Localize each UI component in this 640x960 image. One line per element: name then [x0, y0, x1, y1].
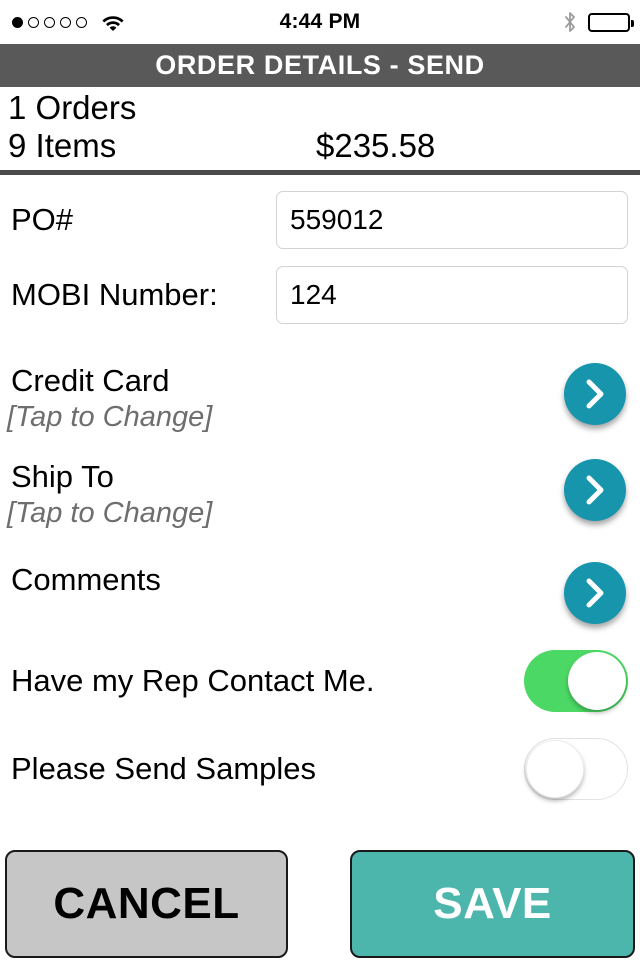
status-bar-time: 4:44 PM: [279, 10, 361, 33]
po-number-input[interactable]: [276, 191, 628, 249]
send-samples-toggle[interactable]: [524, 738, 628, 800]
credit-card-hint: [Tap to Change]: [7, 401, 213, 433]
mobi-number-input[interactable]: [276, 266, 628, 324]
order-count: 1 Orders: [8, 89, 137, 126]
order-summary: 1 Orders 9 Items $235.58: [0, 87, 640, 170]
credit-card-chevron-right-icon[interactable]: [564, 363, 626, 425]
page-title: ORDER DETAILS - SEND: [155, 50, 485, 80]
po-number-label: PO#: [11, 202, 74, 237]
po-number-row: PO#: [0, 190, 640, 250]
comments-row[interactable]: Comments: [0, 562, 640, 624]
ship-to-hint: [Tap to Change]: [7, 497, 213, 529]
cancel-button[interactable]: CANCEL: [5, 850, 288, 958]
status-bar: 4:44 PM: [0, 0, 640, 44]
page-header: ORDER DETAILS - SEND: [0, 44, 640, 87]
credit-card-row[interactable]: Credit Card [Tap to Change]: [0, 363, 640, 445]
ship-to-row[interactable]: Ship To [Tap to Change]: [0, 459, 640, 541]
rep-contact-label: Have my Rep Contact Me.: [11, 663, 375, 698]
mobi-number-label: MOBI Number:: [11, 277, 218, 312]
save-button[interactable]: SAVE: [350, 850, 635, 958]
send-samples-toggle-knob: [526, 740, 584, 798]
comments-chevron-right-icon[interactable]: [564, 562, 626, 624]
rep-contact-toggle-knob: [568, 652, 626, 710]
summary-divider: [0, 170, 640, 175]
send-samples-row: Please Send Samples: [0, 738, 640, 800]
item-count: 9 Items: [8, 127, 117, 164]
app-screen: 4:44 PM ORDER DETAILS - SEND 1 Orders 9 …: [0, 0, 640, 960]
status-bar-right: [562, 11, 634, 33]
bluetooth-icon: [562, 11, 578, 33]
mobi-number-row: MOBI Number:: [0, 265, 640, 325]
ship-to-chevron-right-icon[interactable]: [564, 459, 626, 521]
credit-card-label: Credit Card: [11, 363, 170, 398]
comments-label: Comments: [11, 562, 161, 597]
ship-to-label: Ship To: [11, 459, 114, 494]
rep-contact-row: Have my Rep Contact Me.: [0, 650, 640, 712]
send-samples-label: Please Send Samples: [11, 751, 317, 786]
order-total: $235.58: [316, 127, 436, 164]
battery-icon: [588, 12, 634, 32]
rep-contact-toggle[interactable]: [524, 650, 628, 712]
